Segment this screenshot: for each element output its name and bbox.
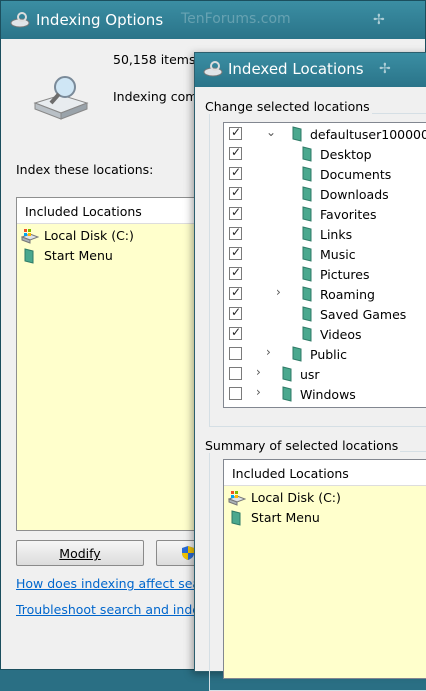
items-indexed-count: 50,158 items <box>113 52 196 67</box>
folder-icon <box>24 247 34 264</box>
tree-item[interactable]: › Public <box>224 344 426 364</box>
tree-item-checkbox[interactable] <box>229 165 242 180</box>
tree-item[interactable]: Pictures <box>224 264 426 284</box>
tree-item[interactable]: Favorites <box>224 204 426 224</box>
tree-item-label: Videos <box>320 327 362 342</box>
tree-item-checkbox[interactable] <box>229 347 242 360</box>
tree-item-label: Desktop <box>320 147 372 162</box>
indexing-options-icon <box>10 12 30 28</box>
tree-item[interactable]: Downloads <box>224 184 426 204</box>
indexing-options-icon <box>203 61 223 77</box>
tree-item-label: Downloads <box>320 187 389 202</box>
tree-item-checkbox[interactable] <box>229 185 242 200</box>
list-item[interactable]: Local Disk (C:) <box>224 486 426 506</box>
troubleshoot-link[interactable]: Troubleshoot search and index <box>16 602 207 617</box>
tree-item-checkbox[interactable] <box>229 285 242 300</box>
list-item[interactable]: Start Menu <box>224 506 426 526</box>
change-locations-title: Change selected locations <box>203 99 372 114</box>
tree-item-label: Pictures <box>320 267 370 282</box>
tree-item-checkbox[interactable] <box>229 125 242 140</box>
location-label: Local Disk (C:) <box>251 490 341 505</box>
folder-icon <box>290 346 304 362</box>
folder-icon <box>300 146 314 162</box>
folder-icon <box>300 226 314 242</box>
tree-item[interactable]: Documents <box>224 164 426 184</box>
drive-icon <box>21 228 39 244</box>
tree-item[interactable]: › Windows <box>224 384 426 404</box>
tree-item-checkbox[interactable] <box>229 225 242 240</box>
folder-tree[interactable]: ⌄ defaultuser100000.T Desktop Documents Down… <box>223 122 426 408</box>
tree-item-checkbox[interactable] <box>229 367 242 380</box>
indexing-drive-icon <box>33 76 89 120</box>
tree-item[interactable]: › Roaming <box>224 284 426 304</box>
folder-icon <box>300 306 314 322</box>
folder-icon <box>300 186 314 202</box>
title-menu-icon[interactable]: ✢ <box>373 12 385 28</box>
tree-item-checkbox[interactable] <box>229 145 242 160</box>
list-item[interactable]: Start Menu <box>17 244 215 264</box>
folder-icon <box>280 366 294 382</box>
title-menu-icon[interactable]: ✢ <box>379 61 391 77</box>
indexing-help-link[interactable]: How does indexing affect searc <box>16 576 212 591</box>
tree-item-checkbox[interactable] <box>229 325 242 340</box>
tree-item-label: Public <box>310 347 347 362</box>
tree-item[interactable]: › usr <box>224 364 426 384</box>
chevron-down-icon[interactable]: ⌄ <box>266 125 276 139</box>
tree-item-label: Favorites <box>320 207 377 222</box>
tree-item[interactable]: Music <box>224 244 426 264</box>
tree-item-label: Links <box>320 227 353 242</box>
tree-item-label: Documents <box>320 167 392 182</box>
chevron-right-icon[interactable]: › <box>276 285 286 299</box>
dialog-title: Indexed Locations <box>228 60 364 78</box>
title-bar[interactable]: Indexed Locations ✢ <box>195 53 426 87</box>
included-locations-header: Included Locations <box>17 198 215 224</box>
tree-item-label: Saved Games <box>320 307 407 322</box>
folder-icon <box>300 326 314 342</box>
tree-item-label: Windows <box>300 387 356 402</box>
indexed-locations-dialog: Indexed Locations ✢ Change selected loca… <box>194 52 426 691</box>
window-title: Indexing Options <box>36 11 164 29</box>
chevron-right-icon[interactable]: › <box>266 345 276 359</box>
modify-button[interactable]: Modify <box>16 540 144 566</box>
location-label: Local Disk (C:) <box>44 228 134 243</box>
tree-item-label: Roaming <box>320 287 375 302</box>
tree-item-label: defaultuser100000.T <box>310 127 426 142</box>
tree-item-label: usr <box>300 367 320 382</box>
indexing-status: Indexing comp <box>113 89 206 104</box>
drive-icon <box>228 490 246 506</box>
list-item[interactable]: Local Disk (C:) <box>17 224 215 244</box>
summary-locations-list[interactable]: Included Locations Local Disk (C:) Start… <box>223 459 426 679</box>
folder-icon <box>300 166 314 182</box>
tree-item[interactable]: Desktop <box>224 144 426 164</box>
location-label: Start Menu <box>251 510 320 525</box>
tree-item-checkbox[interactable] <box>229 305 242 320</box>
summary-title: Summary of selected locations <box>203 438 401 453</box>
folder-icon <box>280 386 294 402</box>
folder-icon <box>231 509 241 526</box>
tree-item[interactable]: ⌄ defaultuser100000.T <box>224 124 426 144</box>
tree-item-checkbox[interactable] <box>229 205 242 220</box>
uac-shield-icon <box>182 546 194 560</box>
watermark-text: TenForums.com <box>181 11 291 27</box>
folder-icon <box>300 246 314 262</box>
tree-item-checkbox[interactable] <box>229 265 242 280</box>
location-label: Start Menu <box>44 248 113 263</box>
tree-item[interactable]: Saved Games <box>224 304 426 324</box>
tree-item[interactable]: Links <box>224 224 426 244</box>
tree-item-label: Music <box>320 247 356 262</box>
index-locations-label: Index these locations: <box>16 162 154 177</box>
folder-icon <box>300 206 314 222</box>
summary-locations-header: Included Locations <box>224 460 426 486</box>
folder-icon <box>290 126 304 142</box>
tree-item-checkbox[interactable] <box>229 387 242 400</box>
chevron-right-icon[interactable]: › <box>256 365 266 379</box>
title-bar[interactable]: Indexing Options TenForums.com ✢ <box>1 1 425 39</box>
tree-item-checkbox[interactable] <box>229 245 242 260</box>
tree-item[interactable]: Videos <box>224 324 426 344</box>
chevron-right-icon[interactable]: › <box>256 385 266 399</box>
folder-icon <box>300 286 314 302</box>
folder-icon <box>300 266 314 282</box>
included-locations-list[interactable]: Included Locations Local Disk (C:) Start… <box>16 197 216 531</box>
